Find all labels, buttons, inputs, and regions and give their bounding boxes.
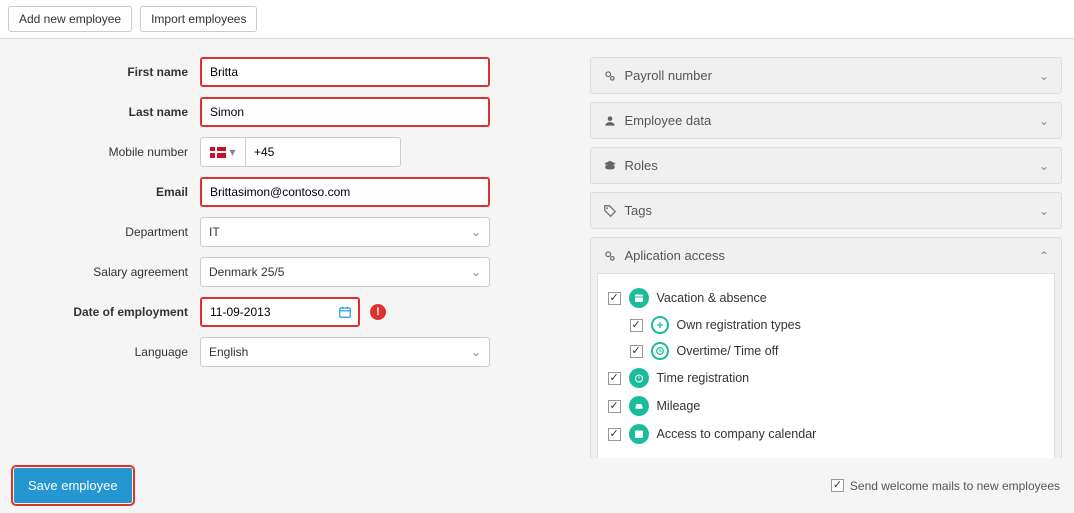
panel-title: Roles — [625, 158, 658, 173]
email-input[interactable] — [200, 177, 490, 207]
car-icon — [629, 396, 649, 416]
gears-icon — [603, 69, 617, 83]
chevron-down-icon: ⌄ — [471, 345, 481, 359]
gears-icon — [603, 249, 617, 263]
tags-icon — [603, 204, 617, 218]
last-name-label: Last name — [12, 105, 200, 119]
time-reg-checkbox[interactable] — [608, 372, 621, 385]
first-name-input[interactable] — [200, 57, 490, 87]
form-column: First name Last name Mobile number ▾ — [12, 57, 590, 474]
language-value: English — [209, 345, 248, 359]
salary-value: Denmark 25/5 — [209, 265, 284, 279]
language-label: Language — [12, 345, 200, 359]
app-access-panel-header[interactable]: Aplication access ⌃ — [591, 238, 1062, 273]
error-icon: ! — [370, 304, 386, 320]
roles-panel: Roles ⌄ — [590, 147, 1063, 184]
chevron-down-icon: ▾ — [229, 145, 235, 159]
employee-form-page: Add new employee Import employees First … — [0, 0, 1074, 513]
mobile-input[interactable] — [246, 137, 401, 167]
first-name-label: First name — [12, 65, 200, 79]
last-name-input[interactable] — [200, 97, 490, 127]
stopwatch-icon — [629, 368, 649, 388]
footer-bar: Save employee Send welcome mails to new … — [0, 458, 1074, 513]
import-employees-button[interactable]: Import employees — [140, 6, 257, 32]
chevron-down-icon: ⌄ — [1039, 159, 1049, 173]
date-label: Date of employment — [12, 305, 200, 319]
welcome-mail-checkbox[interactable] — [831, 479, 844, 492]
calendar-access-checkbox[interactable] — [608, 428, 621, 441]
person-icon — [603, 114, 617, 128]
own-reg-checkbox[interactable] — [630, 319, 643, 332]
mobile-label: Mobile number — [12, 145, 200, 159]
chevron-down-icon: ⌄ — [1039, 69, 1049, 83]
app-access-panel: Aplication access ⌃ Vacation & absence O… — [590, 237, 1063, 466]
save-employee-button[interactable]: Save employee — [14, 468, 132, 503]
top-toolbar: Add new employee Import employees — [0, 0, 1074, 39]
graduation-cap-icon — [603, 159, 617, 173]
access-label: Time registration — [657, 371, 750, 385]
calendar-round-icon — [629, 288, 649, 308]
mileage-checkbox[interactable] — [608, 400, 621, 413]
employee-data-panel-header[interactable]: Employee data ⌄ — [591, 103, 1062, 138]
chevron-up-icon: ⌃ — [1039, 249, 1049, 263]
clock-icon — [651, 342, 669, 360]
payroll-panel-header[interactable]: Payroll number ⌄ — [591, 58, 1062, 93]
panel-title: Payroll number — [625, 68, 712, 83]
vacation-checkbox[interactable] — [608, 292, 621, 305]
salary-select[interactable]: Denmark 25/5 ⌄ — [200, 257, 490, 287]
salary-label: Salary agreement — [12, 265, 200, 279]
tags-panel-header[interactable]: Tags ⌄ — [591, 193, 1062, 228]
app-access-body: Vacation & absence Own registration type… — [597, 273, 1056, 459]
chevron-down-icon: ⌄ — [1039, 114, 1049, 128]
country-code-selector[interactable]: ▾ — [200, 137, 246, 167]
calendar-icon[interactable] — [338, 305, 352, 319]
email-label: Email — [12, 185, 200, 199]
department-value: IT — [209, 225, 220, 239]
tags-panel: Tags ⌄ — [590, 192, 1063, 229]
department-label: Department — [12, 225, 200, 239]
chevron-down-icon: ⌄ — [1039, 204, 1049, 218]
access-label: Overtime/ Time off — [677, 344, 779, 358]
calendar-check-icon — [629, 424, 649, 444]
department-select[interactable]: IT ⌄ — [200, 217, 490, 247]
roles-panel-header[interactable]: Roles ⌄ — [591, 148, 1062, 183]
content-area: First name Last name Mobile number ▾ — [0, 39, 1074, 482]
access-label: Vacation & absence — [657, 291, 767, 305]
add-new-employee-button[interactable]: Add new employee — [8, 6, 132, 32]
payroll-panel: Payroll number ⌄ — [590, 57, 1063, 94]
panel-title: Tags — [625, 203, 652, 218]
language-select[interactable]: English ⌄ — [200, 337, 490, 367]
denmark-flag-icon — [210, 147, 226, 158]
date-input[interactable] — [200, 297, 360, 327]
chevron-down-icon: ⌄ — [471, 265, 481, 279]
access-label: Mileage — [657, 399, 701, 413]
panels-column: Payroll number ⌄ Employee data ⌄ — [590, 57, 1063, 474]
chevron-down-icon: ⌄ — [471, 225, 481, 239]
overtime-checkbox[interactable] — [630, 345, 643, 358]
plus-circle-icon — [651, 316, 669, 334]
panel-title: Aplication access — [625, 248, 725, 263]
panel-title: Employee data — [625, 113, 712, 128]
access-label: Own registration types — [677, 318, 801, 332]
welcome-mail-label: Send welcome mails to new employees — [850, 479, 1060, 493]
access-label: Access to company calendar — [657, 427, 817, 441]
employee-data-panel: Employee data ⌄ — [590, 102, 1063, 139]
